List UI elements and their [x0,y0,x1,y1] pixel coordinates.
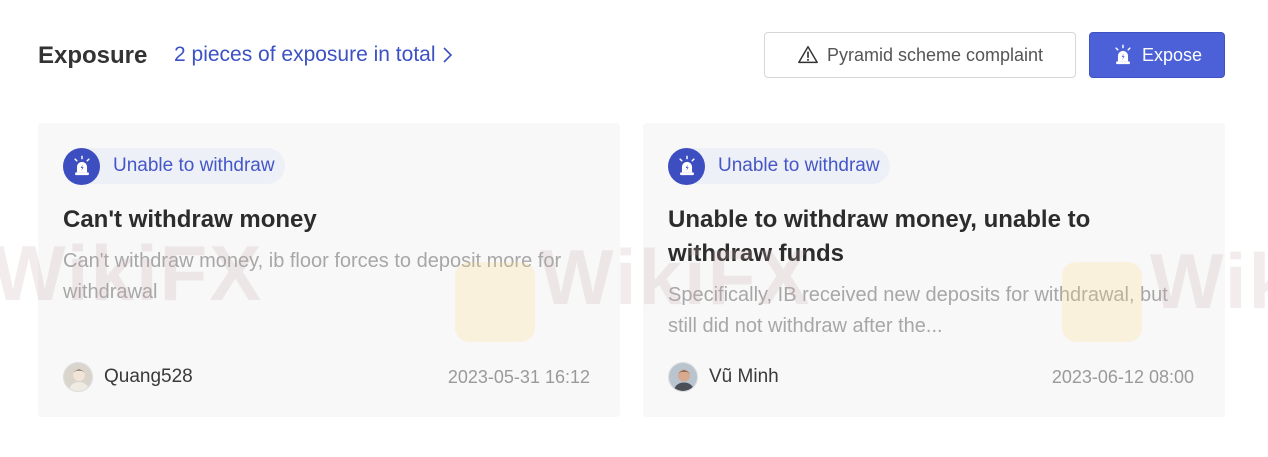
alarm-siren-icon [63,147,100,185]
username[interactable]: Quang528 [104,366,193,388]
category-tag: Unable to withdraw [668,147,890,185]
exposure-total-label: 2 pieces of exposure in total [174,43,436,66]
card-footer: Quang528 2023-05-31 16:12 [63,361,590,393]
card-title[interactable]: Can't withdraw money [63,203,583,237]
expose-label: Expose [1141,44,1203,65]
username[interactable]: Vũ Minh [709,366,779,388]
pyramid-complaint-button[interactable]: Pyramid scheme complaint [764,32,1076,78]
expose-button[interactable]: Expose [1089,32,1225,78]
avatar[interactable] [63,362,93,392]
exposure-card[interactable]: Unable to withdraw Unable to withdraw mo… [643,123,1225,417]
avatar[interactable] [668,362,698,392]
card-description: Specifically, IB received new deposits f… [668,284,1168,337]
warning-triangle-icon [798,46,818,64]
card-footer: Vũ Minh 2023-06-12 08:00 [668,361,1194,393]
card-description: Can't withdraw money, ib floor forces to… [63,250,562,303]
category-tag: Unable to withdraw [63,147,285,185]
exposure-header: Exposure 2 pieces of exposure in total P… [0,0,1268,110]
category-tag-label: Unable to withdraw [113,155,275,176]
post-date: 2023-06-12 08:00 [1051,366,1194,387]
card-title[interactable]: Unable to withdraw money, unable to with… [668,203,1188,271]
post-date: 2023-05-31 16:12 [447,366,590,387]
category-tag-label: Unable to withdraw [718,155,880,176]
exposure-total-link[interactable]: 2 pieces of exposure in total [174,43,454,67]
alarm-siren-icon [1115,44,1131,65]
alarm-siren-icon [668,147,705,185]
chevron-right-icon [442,47,452,63]
exposure-card[interactable]: Unable to withdraw Can't withdraw money … [38,123,620,417]
section-title: Exposure [38,42,148,69]
pyramid-complaint-label: Pyramid scheme complaint [826,44,1044,65]
